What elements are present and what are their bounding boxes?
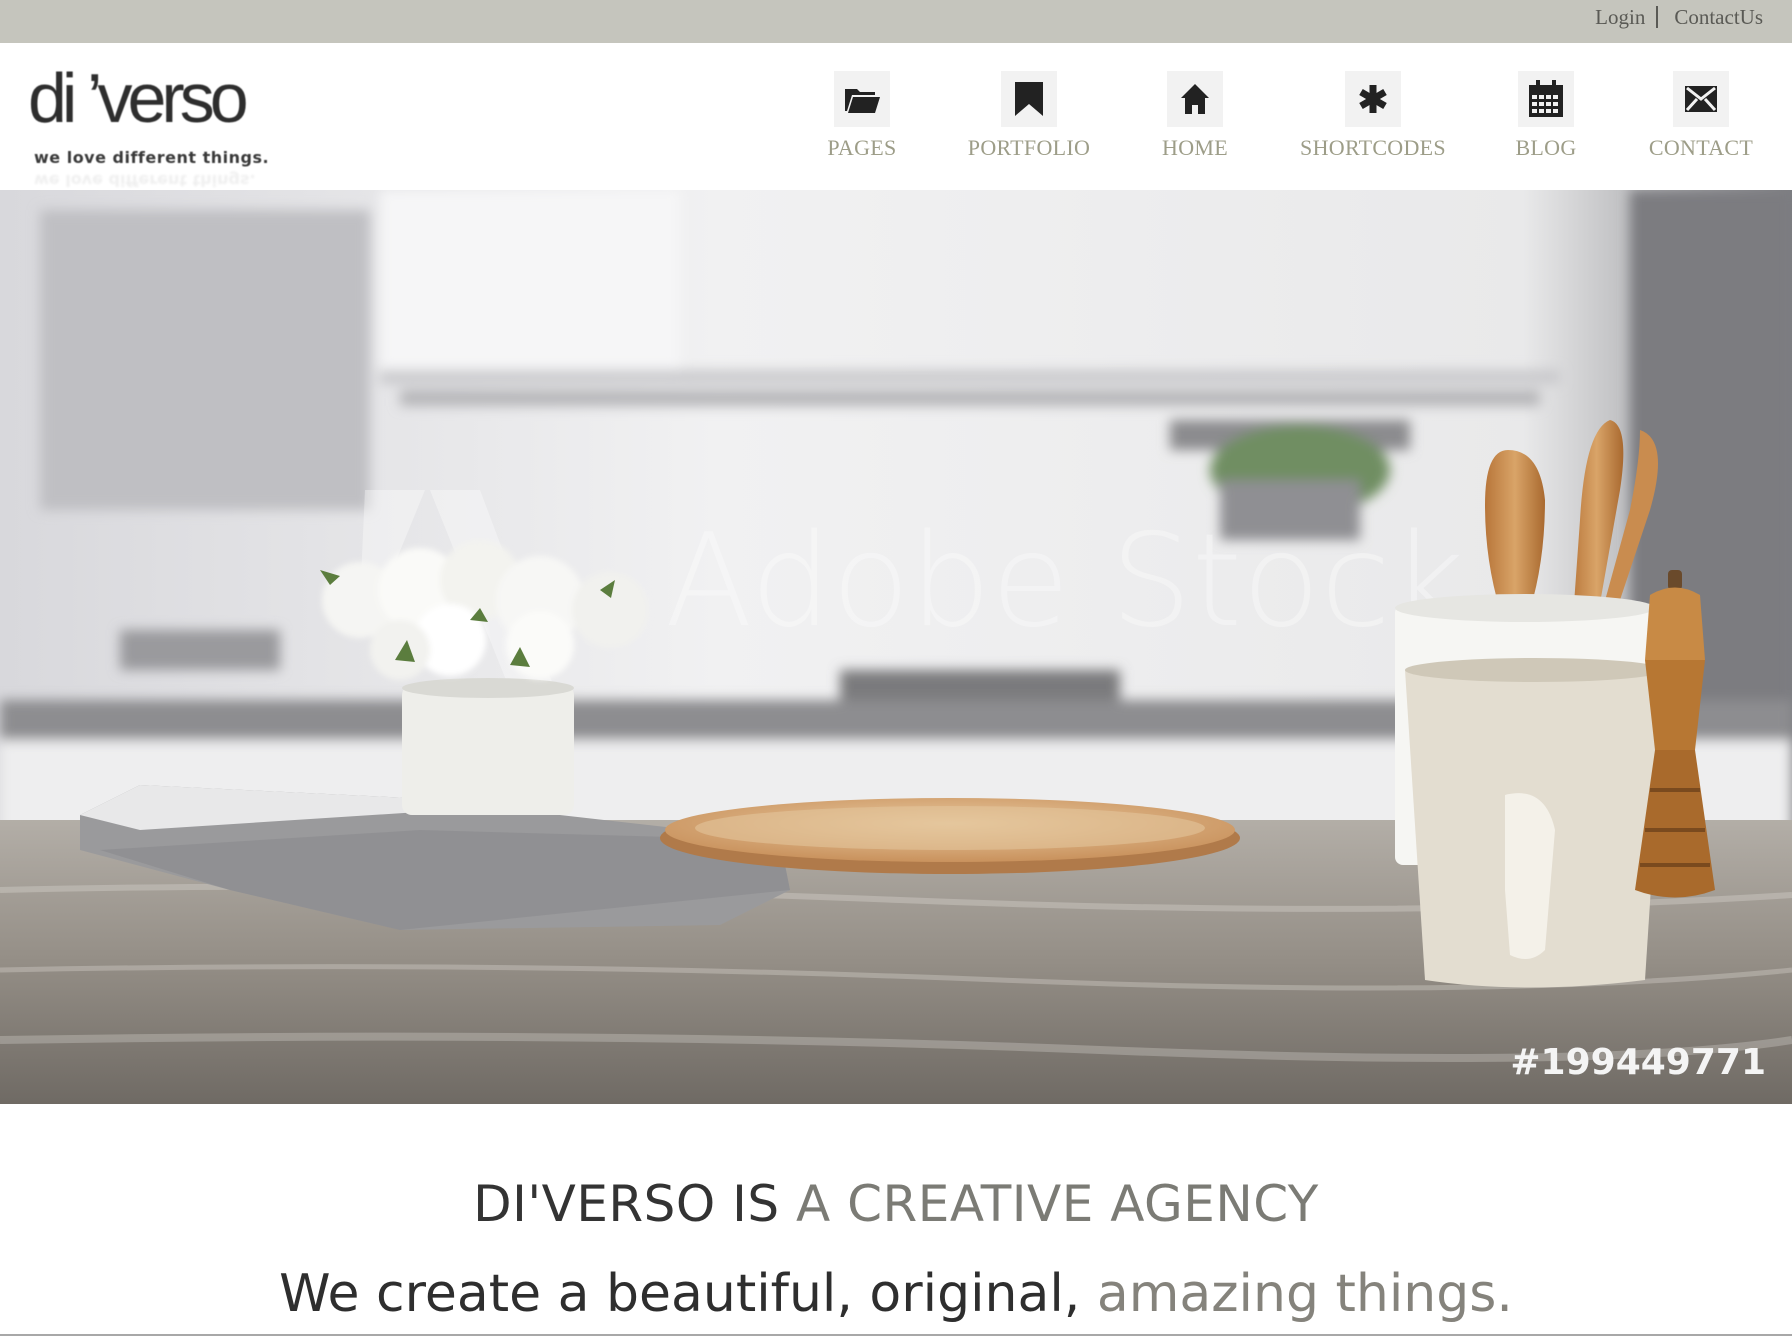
top-utility-bar: Login ContactUs xyxy=(0,0,1792,43)
site-header: di ’verso we love different things. we l… xyxy=(0,43,1792,190)
intro-heading-accent: A CREATIVE AGENCY xyxy=(796,1175,1319,1233)
nav-label-shortcodes: SHORTCODES xyxy=(1300,135,1446,160)
logo-reflection: we love different things. xyxy=(34,171,256,190)
stock-image-id: #199449771 xyxy=(1510,1042,1766,1083)
link-separator xyxy=(1656,6,1659,28)
hero-image: Adobe Stock #199449771 xyxy=(0,190,1792,1104)
intro-section: DI'VERSO IS A CREATIVE AGENCY We create … xyxy=(0,1104,1792,1336)
bookmark-icon xyxy=(1001,71,1057,127)
nav-label-portfolio: PORTFOLIO xyxy=(967,135,1091,160)
nav-item-blog[interactable]: BLOG xyxy=(1515,71,1576,161)
intro-heading: DI'VERSO IS A CREATIVE AGENCY xyxy=(0,1175,1792,1233)
intro-subheading: We create a beautiful, original, amazing… xyxy=(0,1264,1792,1324)
envelope-icon xyxy=(1673,71,1729,127)
watermark-text: Adobe Stock xyxy=(665,507,1465,656)
calendar-icon xyxy=(1518,71,1574,127)
intro-subheading-main: We create a beautiful, original, xyxy=(279,1264,1097,1324)
main-nav: PAGES PORTFOLIO HOME SHORTCODES BLOG CON… xyxy=(0,71,1792,171)
nav-label-contact: CONTACT xyxy=(1648,135,1754,160)
nav-label-pages: PAGES xyxy=(827,135,897,160)
nav-item-portfolio[interactable]: PORTFOLIO xyxy=(968,71,1090,161)
intro-heading-main: DI'VERSO IS xyxy=(473,1175,797,1233)
home-icon xyxy=(1167,71,1223,127)
nav-label-blog: BLOG xyxy=(1515,135,1577,160)
contact-us-link[interactable]: ContactUs xyxy=(1674,5,1763,30)
hero-illustration: Adobe Stock #199449771 xyxy=(0,190,1792,1104)
nav-label-home: HOME xyxy=(1162,135,1228,160)
nav-item-home[interactable]: HOME xyxy=(1162,71,1228,161)
nav-item-pages[interactable]: PAGES xyxy=(827,71,896,161)
asterisk-icon xyxy=(1345,71,1401,127)
nav-item-contact[interactable]: CONTACT xyxy=(1649,71,1753,161)
intro-subheading-accent: amazing things. xyxy=(1096,1264,1513,1324)
nav-item-shortcodes[interactable]: SHORTCODES xyxy=(1300,71,1446,161)
login-link[interactable]: Login xyxy=(1595,5,1645,30)
top-links: Login ContactUs xyxy=(1595,4,1763,30)
folder-icon xyxy=(834,71,890,127)
